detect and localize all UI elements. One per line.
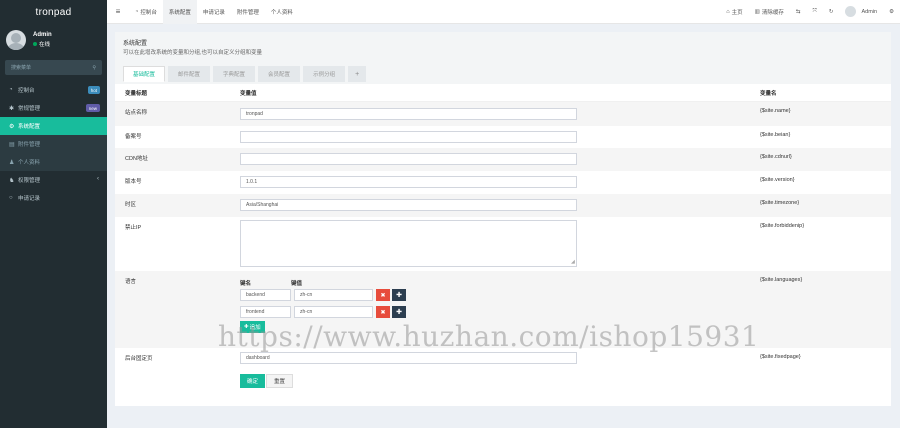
table-header: 变量标题 变量值 变量名: [115, 84, 891, 102]
user-name: Admin: [33, 32, 52, 38]
trash-icon: ▥: [754, 8, 760, 15]
sidebar-item-dashboard[interactable]: ◔ 控制台 hot: [0, 81, 107, 99]
user-panel: Admin 在线: [0, 24, 107, 56]
config-panel: 系统配置 可以在此增改系统的变量和分组,也可以自定义分组和变量 基础配置 邮件配…: [115, 32, 891, 406]
cdn-url-input[interactable]: [240, 153, 577, 165]
sidebar: tronpad Admin 在线 搜索菜单 ⚲ ◔ 控制台 hot ✱ 常规管理…: [0, 0, 107, 428]
language-key-input[interactable]: backend: [240, 289, 291, 301]
beian-input[interactable]: [240, 131, 577, 143]
table-row: 语言 键名 键值 backend zh-cn ✖ ✚ frontend zh-c…: [115, 271, 891, 348]
sidebar-item-profile[interactable]: ♟ 个人资料: [0, 153, 107, 171]
config-tabs: 基础配置 邮件配置 字典配置 会员配置 示例分组 +: [123, 66, 883, 82]
user-status: 在线: [33, 40, 52, 48]
settings-gear-icon[interactable]: ⚙: [883, 9, 900, 15]
table-row: 后台固定页 dashboard {$site.fixedpage}: [125, 352, 801, 364]
dashboard-icon: ◔: [135, 8, 139, 15]
page-description: 可以在此增改系统的变量和分组,也可以自定义分组和变量: [123, 50, 263, 56]
new-badge: new: [85, 104, 100, 112]
language-value-input[interactable]: zh-cn: [294, 306, 373, 318]
table-row: 版本号 1.0.1 {$site.version}: [115, 171, 891, 194]
avatar: [845, 6, 857, 17]
close-icon: ✖: [380, 292, 386, 299]
table-row: 站点名称 tronpad {$site.name}: [115, 102, 891, 126]
table-row: 时区 Asia/Shanghai {$site.timezone}: [115, 194, 891, 217]
timezone-input[interactable]: Asia/Shanghai: [240, 199, 577, 211]
remove-row-button[interactable]: ✖: [376, 306, 390, 318]
site-name-input[interactable]: tronpad: [240, 108, 577, 120]
home-link[interactable]: ⌂ 主页: [720, 8, 748, 16]
fixed-page-input[interactable]: dashboard: [240, 352, 577, 364]
tab-email[interactable]: 邮件配置: [168, 66, 211, 82]
tab-example[interactable]: 示例分组: [303, 66, 346, 82]
page-title: 系统配置: [123, 41, 148, 47]
refresh-icon[interactable]: ↻: [823, 9, 840, 15]
drag-row-button[interactable]: ✚: [392, 289, 406, 301]
language-icon[interactable]: ⇆: [790, 9, 807, 15]
sidebar-item-config[interactable]: ⚙ 系统配置: [0, 117, 107, 135]
topbar: ≡ ◔ 控制台 系统配置 申请记录 附件管理 个人资料 ⌂ 主页 ▥ 清除缓存 …: [107, 0, 900, 24]
add-group-button[interactable]: +: [348, 66, 367, 82]
sidebar-item-apply[interactable]: ○ 申请记录: [0, 189, 107, 207]
online-dot-icon: [33, 42, 37, 46]
panel-header: 系统配置 可以在此增改系统的变量和分组,也可以自定义分组和变量 基础配置 邮件配…: [115, 32, 891, 84]
language-key-input[interactable]: frontend: [240, 306, 291, 318]
search-icon[interactable]: ⚲: [92, 65, 96, 71]
append-row-button[interactable]: ✚ 追加: [240, 321, 265, 333]
plus-icon: ✚: [244, 324, 249, 330]
group-icon: ♞: [9, 177, 15, 184]
plus-icon: +: [355, 70, 360, 78]
tab-basic[interactable]: 基础配置: [123, 66, 166, 82]
tab-attachment[interactable]: 附件管理: [231, 0, 265, 24]
file-icon: ▤: [9, 141, 15, 148]
tab-member[interactable]: 会员配置: [258, 66, 301, 82]
table-row: 禁止IP ◢ {$site.forbiddenip}: [115, 217, 891, 271]
version-input[interactable]: 1.0.1: [240, 176, 577, 188]
user-menu[interactable]: Admin: [839, 6, 883, 17]
sidebar-item-general[interactable]: ✱ 常规管理 new: [0, 99, 107, 117]
tab-dashboard[interactable]: ◔ 控制台: [129, 0, 163, 24]
resize-handle-icon[interactable]: ◢: [571, 259, 890, 270]
move-icon: ✚: [396, 292, 402, 299]
remove-row-button[interactable]: ✖: [376, 289, 390, 301]
language-value-input[interactable]: zh-cn: [294, 289, 373, 301]
user-icon: ♟: [9, 159, 15, 166]
table-row: 备案号 {$site.beian}: [115, 126, 891, 148]
array-value-header: 键值: [291, 281, 303, 287]
close-icon: ✖: [380, 309, 386, 316]
table-row: CDN地址 {$site.cdnurl}: [115, 148, 891, 171]
forbidden-ip-textarea[interactable]: [240, 220, 577, 267]
tab-profile[interactable]: 个人资料: [265, 0, 299, 24]
cogs-icon: ✱: [9, 105, 15, 112]
home-icon: ⌂: [726, 8, 730, 15]
chevron-left-icon: ‹: [97, 176, 99, 182]
move-icon: ✚: [396, 309, 402, 316]
avatar: [6, 30, 26, 50]
drag-row-button[interactable]: ✚: [392, 306, 406, 318]
dashboard-icon: ◔: [9, 87, 13, 93]
submit-button[interactable]: 确定: [240, 374, 266, 388]
sidebar-search-input[interactable]: 搜索菜单 ⚲: [5, 60, 102, 75]
hot-badge: hot: [87, 86, 100, 94]
fullscreen-icon[interactable]: ⤧: [806, 8, 822, 15]
circle-icon: ○: [9, 195, 13, 201]
menu-toggle-icon[interactable]: ≡: [107, 7, 129, 16]
clear-cache-button[interactable]: ▥ 清除缓存: [749, 8, 790, 16]
tab-dictionary[interactable]: 字典配置: [213, 66, 256, 82]
app-logo[interactable]: tronpad: [0, 0, 107, 24]
sidebar-item-attachment[interactable]: ▤ 附件管理: [0, 135, 107, 153]
sidebar-item-auth[interactable]: ♞ 权限管理 ‹: [0, 171, 107, 189]
array-key-header: 键名: [240, 281, 252, 287]
tab-apply[interactable]: 申请记录: [197, 0, 231, 24]
tab-config[interactable]: 系统配置: [162, 0, 197, 24]
gear-icon: ⚙: [9, 123, 15, 130]
reset-button[interactable]: 重置: [266, 374, 294, 388]
